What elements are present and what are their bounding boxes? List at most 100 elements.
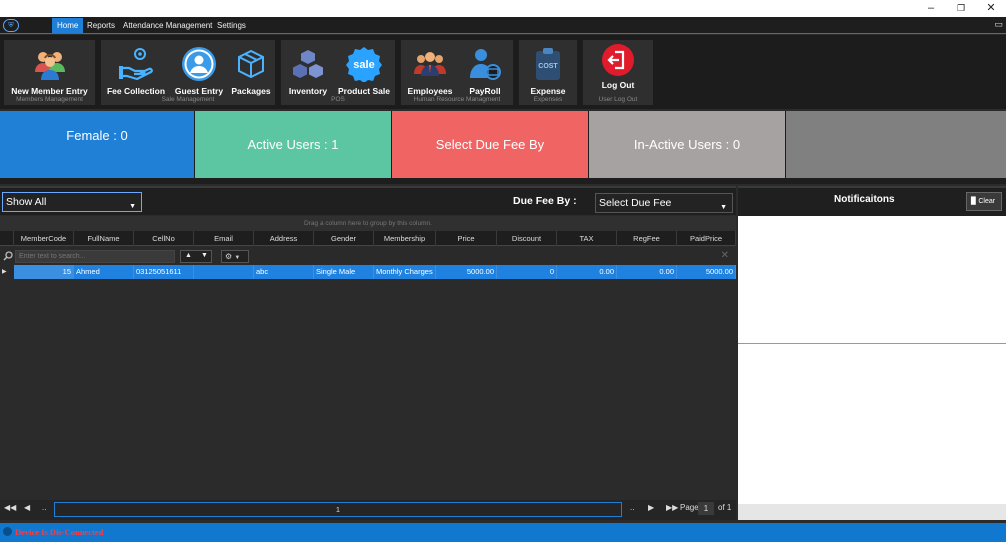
payroll-label: PayRoll: [469, 86, 501, 96]
column-header-price[interactable]: Price: [436, 231, 497, 246]
column-header-email[interactable]: Email: [194, 231, 254, 246]
hand-coin-icon: [119, 48, 153, 81]
close-button[interactable]: ✕: [976, 1, 1006, 16]
clear-list-icon: ▉: [971, 198, 977, 205]
product-sale-button[interactable]: sale Product Sale: [335, 42, 393, 96]
column-header-tax[interactable]: TAX: [557, 231, 617, 246]
show-all-select[interactable]: Show All ▼: [2, 192, 142, 212]
ribbon-group-sale: Fee Collection Guest Entry Packages Sale: [101, 40, 275, 105]
expense-label: Expense: [530, 86, 566, 96]
summary-tiles: Female : 0 Active Users : 1 Select Due F…: [0, 111, 1006, 184]
cell-price[interactable]: 5000.00: [436, 265, 497, 279]
next-pages-button[interactable]: ..: [630, 503, 634, 512]
tab-reports[interactable]: Reports: [82, 18, 120, 33]
grid-search-input[interactable]: [15, 250, 175, 263]
maximize-button[interactable]: ❐: [946, 1, 976, 16]
last-page-button[interactable]: ▶▶: [666, 503, 678, 512]
collapse-ribbon-icon[interactable]: ▭: [994, 19, 1003, 30]
tile-active-users[interactable]: Active Users : 1: [195, 111, 391, 178]
tile-empty: [786, 111, 1006, 178]
column-header-fullname[interactable]: FullName: [74, 231, 134, 246]
cell-cellno[interactable]: 03125051611: [134, 265, 194, 279]
cell-discount[interactable]: 0: [497, 265, 557, 279]
inventory-button[interactable]: Inventory: [283, 42, 333, 96]
prev-pages-button[interactable]: ..: [42, 503, 46, 512]
cell-paidprice[interactable]: 5000.00: [677, 265, 736, 279]
app-logo-icon[interactable]: ⛨: [3, 19, 19, 32]
tab-settings[interactable]: Settings: [212, 18, 251, 33]
clear-search-icon[interactable]: ✕: [721, 250, 729, 261]
payroll-button[interactable]: PayRoll: [459, 42, 511, 96]
cell-gender[interactable]: Single Male: [314, 265, 374, 279]
cell-regfee[interactable]: 0.00: [617, 265, 677, 279]
device-status-text: Device Is Dis-Connected: [15, 527, 104, 537]
cell-membership[interactable]: Monthly Charges: [374, 265, 436, 279]
tile-inactive-users-text: In-Active Users : 0: [633, 137, 741, 152]
header-indicator: [0, 231, 14, 246]
search-next-button[interactable]: ▼: [201, 252, 208, 259]
payroll-icon: [470, 49, 501, 80]
tile-select-due-fee[interactable]: Select Due Fee By: [392, 111, 588, 178]
ribbon-group-hr: Employees PayRoll Human Resource Managme…: [401, 40, 513, 105]
log-out-button[interactable]: Log Out: [585, 42, 651, 94]
tile-female[interactable]: Female : 0: [0, 111, 194, 178]
grid-pager: ◀◀ ◀ .. 1 .. ▶ ▶▶ Page 1 of 1: [0, 500, 736, 520]
new-member-entry-label: New Member Entry: [11, 86, 88, 96]
members-icon: [34, 52, 65, 80]
chevron-down-icon: ▼: [234, 255, 241, 261]
notifications-title: Notificaitons: [834, 194, 895, 205]
group-panel-hint: Drag a column here to group by this colu…: [0, 216, 736, 231]
ribbon-group-members: New Member Entry Members Management: [4, 40, 95, 105]
table-row[interactable]: ▶ 15 Ahmed 03125051611 abc Single Male M…: [0, 265, 736, 279]
search-options-button[interactable]: ⚙ ▼: [221, 250, 249, 263]
cell-tax[interactable]: 0.00: [557, 265, 617, 279]
column-header-paidprice[interactable]: PaidPrice: [677, 231, 736, 246]
user-circle-icon: [182, 47, 216, 81]
column-header-regfee[interactable]: RegFee: [617, 231, 677, 246]
page-count-label: of 1: [718, 503, 732, 512]
cell-email[interactable]: [194, 265, 254, 279]
title-bar: – ❐ ✕: [0, 0, 1006, 17]
next-page-button[interactable]: ▶: [648, 503, 654, 512]
employees-icon: [414, 52, 446, 76]
tile-inactive-users[interactable]: In-Active Users : 0: [589, 111, 785, 178]
column-header-gender[interactable]: Gender: [314, 231, 374, 246]
column-header-cellno[interactable]: CellNo: [134, 231, 194, 246]
packages-button[interactable]: Packages: [229, 42, 273, 96]
row-indicator-icon: ▶: [0, 265, 14, 279]
cost-clipboard-icon: COST: [536, 48, 560, 80]
employees-button[interactable]: Employees: [403, 42, 457, 96]
ribbon-group-expenses: COST Expense Expenses: [519, 40, 577, 105]
column-header-address[interactable]: Address: [254, 231, 314, 246]
first-page-button[interactable]: ◀◀: [4, 503, 16, 512]
tab-home[interactable]: Home: [52, 18, 84, 33]
due-fee-select[interactable]: Select Due Fee ▼: [595, 193, 733, 213]
fee-collection-button[interactable]: Fee Collection: [103, 42, 169, 96]
group-caption-sale: Sale Management: [161, 96, 215, 103]
guest-entry-button[interactable]: Guest Entry: [171, 42, 227, 96]
column-header-discount[interactable]: Discount: [497, 231, 557, 246]
cell-address[interactable]: abc: [254, 265, 314, 279]
page-buttons-bar[interactable]: 1: [54, 502, 622, 517]
column-header-membercode[interactable]: MemberCode: [14, 231, 74, 246]
filter-toolbar: Show All ▼ Due Fee By : Select Due Fee ▼: [0, 186, 736, 215]
page-label: Page: [680, 503, 699, 512]
cell-membercode[interactable]: 15: [14, 265, 74, 279]
clear-notifications-button[interactable]: ▉ Clear: [966, 192, 1002, 211]
cell-fullname[interactable]: Ahmed: [74, 265, 134, 279]
prev-page-button[interactable]: ◀: [24, 503, 30, 512]
search-icon: [3, 251, 13, 261]
due-fee-by-label: Due Fee By :: [513, 195, 577, 207]
minimize-button[interactable]: –: [916, 1, 946, 16]
fee-collection-label: Fee Collection: [106, 86, 166, 96]
ribbon-group-logout: Log Out User Log Out: [583, 40, 653, 105]
page-number-1[interactable]: 1: [336, 505, 340, 514]
expense-button[interactable]: COST Expense: [521, 42, 575, 96]
device-status-icon: [3, 527, 12, 536]
notifications-scrollbar[interactable]: [738, 504, 1006, 520]
new-member-entry-button[interactable]: New Member Entry: [4, 42, 95, 96]
column-header-membership[interactable]: Membership: [374, 231, 436, 246]
search-prev-button[interactable]: ▲: [185, 252, 192, 259]
tab-attendance-management[interactable]: Attendance Management: [118, 18, 217, 33]
page-number-input[interactable]: 1: [698, 502, 714, 515]
